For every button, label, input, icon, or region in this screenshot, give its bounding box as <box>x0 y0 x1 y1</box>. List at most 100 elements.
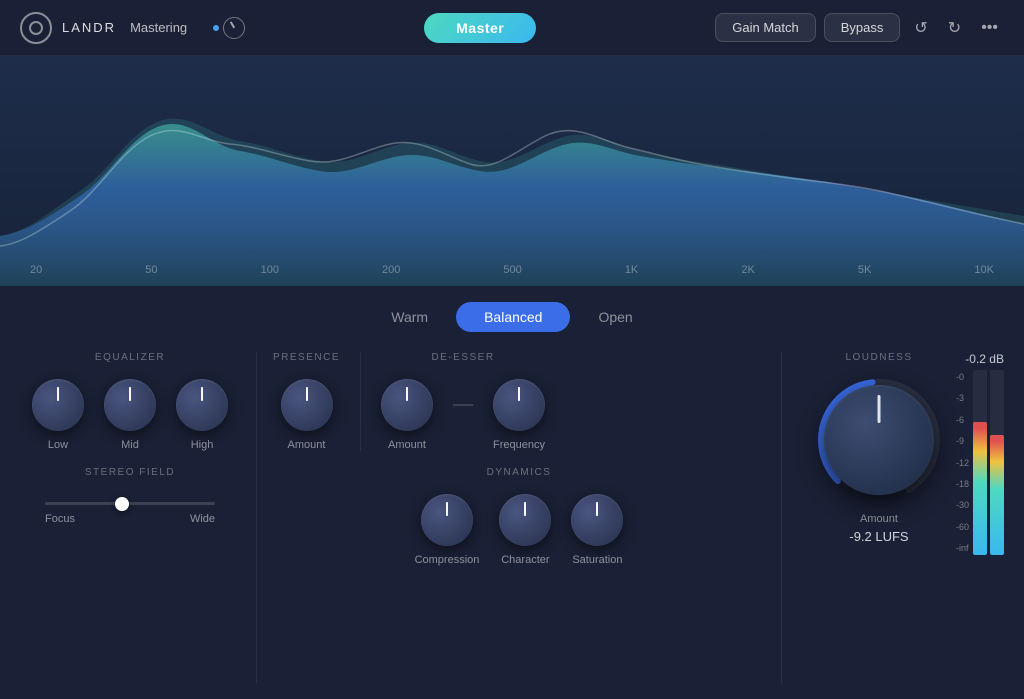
style-warm-button[interactable]: Warm <box>363 302 456 332</box>
divider-1 <box>256 352 257 683</box>
header-center: Master <box>245 13 715 43</box>
eq-low-knob[interactable] <box>32 379 84 431</box>
slider-track <box>45 502 215 505</box>
middle-column: PRESENCE Amount DE-ESSER <box>273 352 765 683</box>
redo-button[interactable]: ↻ <box>942 14 967 42</box>
freq-50: 50 <box>145 264 157 276</box>
dyn-comp-label: Compression <box>415 554 480 566</box>
dyn-sat-knob[interactable] <box>571 494 623 546</box>
more-button[interactable]: ••• <box>975 15 1004 41</box>
header-right: Gain Match Bypass ↺ ↻ ••• <box>715 13 1004 42</box>
equalizer-label: EQUALIZER <box>95 352 165 363</box>
eq-high-wrap: High <box>176 379 228 451</box>
de-freq-label: Frequency <box>493 439 545 451</box>
gain-match-button[interactable]: Gain Match <box>715 13 815 42</box>
de-esser-section: DE-ESSER Amount Frequency <box>381 352 545 451</box>
eq-mid-label: Mid <box>121 439 139 451</box>
de-amount-wrap: Amount <box>381 379 433 451</box>
vu-meters-container: -0 -3 -6 -9 -12 -18 -30 -60 -inf <box>956 370 1004 555</box>
loudness-amount-label: Amount <box>860 513 898 525</box>
vu-left <box>973 370 987 555</box>
bypass-button[interactable]: Bypass <box>824 13 901 42</box>
dynamics-section: DYNAMICS Compression Character <box>273 467 765 566</box>
slider-thumb[interactable] <box>115 497 129 511</box>
pres-amount-label: Amount <box>288 439 326 451</box>
left-column: EQUALIZER Low Mid <box>20 352 240 683</box>
vu-left-fill <box>973 422 987 555</box>
de-freq-knob[interactable] <box>493 379 545 431</box>
pres-amount-knob[interactable] <box>281 379 333 431</box>
logo-text: LANDR <box>62 20 116 35</box>
style-open-button[interactable]: Open <box>570 302 660 332</box>
logo-area: LANDR Mastering <box>20 12 245 44</box>
freq-1k: 1K <box>625 264 638 276</box>
divider-3 <box>781 352 782 683</box>
controls-area: EQUALIZER Low Mid <box>0 344 1024 699</box>
style-balanced-button[interactable]: Balanced <box>456 302 570 332</box>
freq-20: 20 <box>30 264 42 276</box>
vu-right-fill <box>990 435 1004 555</box>
freq-500: 500 <box>503 264 521 276</box>
loudness-section: LOUDNESS Amount -9.2 LUFS <box>814 352 944 544</box>
equalizer-section: EQUALIZER Low Mid <box>20 352 240 451</box>
right-column: LOUDNESS Amount -9.2 LUFS -0.2 dB <box>798 352 1004 683</box>
freq-5k: 5K <box>858 264 871 276</box>
de-esser-knobs: Amount Frequency <box>381 379 545 451</box>
de-amount-label: Amount <box>388 439 426 451</box>
spectrum-area: 20 50 100 200 500 1K 2K 5K 10K <box>0 56 1024 286</box>
master-button[interactable]: Master <box>424 13 536 43</box>
eq-low-wrap: Low <box>32 379 84 451</box>
eq-low-label: Low <box>48 439 68 451</box>
timer-circle <box>223 17 245 39</box>
timer-hand <box>230 21 235 28</box>
dyn-comp-knob[interactable] <box>421 494 473 546</box>
vu-meter-area: -0.2 dB -0 -3 -6 -9 -12 -18 -30 -60 -inf <box>956 352 1004 555</box>
big-knob[interactable] <box>824 385 934 495</box>
de-esser-label: DE-ESSER <box>431 352 494 363</box>
undo-button[interactable]: ↺ <box>908 14 933 42</box>
eq-high-knob[interactable] <box>176 379 228 431</box>
freq-200: 200 <box>382 264 400 276</box>
logo-inner <box>29 21 43 35</box>
db-value: -0.2 dB <box>965 352 1004 366</box>
loudness-label: LOUDNESS <box>845 352 912 363</box>
presence-label: PRESENCE <box>273 352 340 363</box>
focus-label: Focus <box>45 513 75 525</box>
redo-icon: ↻ <box>948 18 961 38</box>
spectrum-svg <box>0 56 1024 286</box>
de-freq-wrap: Frequency <box>493 379 545 451</box>
big-knob-indicator <box>877 395 880 423</box>
freq-2k: 2K <box>741 264 754 276</box>
dyn-char-wrap: Character <box>499 494 551 566</box>
dyn-sat-label: Saturation <box>572 554 622 566</box>
timer-icon <box>213 17 245 39</box>
freq-labels: 20 50 100 200 500 1K 2K 5K 10K <box>0 264 1024 276</box>
top-middle: PRESENCE Amount DE-ESSER <box>273 352 765 451</box>
freq-10k: 10K <box>974 264 994 276</box>
vu-right <box>990 370 1004 555</box>
dyn-comp-wrap: Compression <box>415 494 480 566</box>
wide-label: Wide <box>190 513 215 525</box>
pres-amount-wrap: Amount <box>281 379 333 451</box>
more-icon: ••• <box>981 19 998 37</box>
freq-100: 100 <box>261 264 279 276</box>
eq-mid-knob[interactable] <box>104 379 156 431</box>
de-amount-knob[interactable] <box>381 379 433 431</box>
slider-labels: Focus Wide <box>45 513 215 525</box>
de-esser-connector <box>453 404 473 406</box>
dyn-sat-wrap: Saturation <box>571 494 623 566</box>
stereo-slider-track[interactable] <box>45 502 215 505</box>
lufs-value: -9.2 LUFS <box>849 529 908 544</box>
timer-dot <box>213 25 219 31</box>
dynamics-knobs: Compression Character Saturation <box>415 494 624 566</box>
db-scale: -0 -3 -6 -9 -12 -18 -30 -60 -inf <box>956 370 969 555</box>
app-name: Mastering <box>130 20 187 35</box>
divider-2 <box>360 352 361 451</box>
dyn-char-knob[interactable] <box>499 494 551 546</box>
header: LANDR Mastering Master Gain Match Bypass… <box>0 0 1024 56</box>
stereo-field-section: STEREO FIELD Focus Wide <box>20 467 240 525</box>
presence-knobs: Amount <box>281 379 333 451</box>
undo-icon: ↺ <box>914 18 927 38</box>
style-selector: Warm Balanced Open <box>0 286 1024 344</box>
equalizer-knobs: Low Mid High <box>32 379 228 451</box>
